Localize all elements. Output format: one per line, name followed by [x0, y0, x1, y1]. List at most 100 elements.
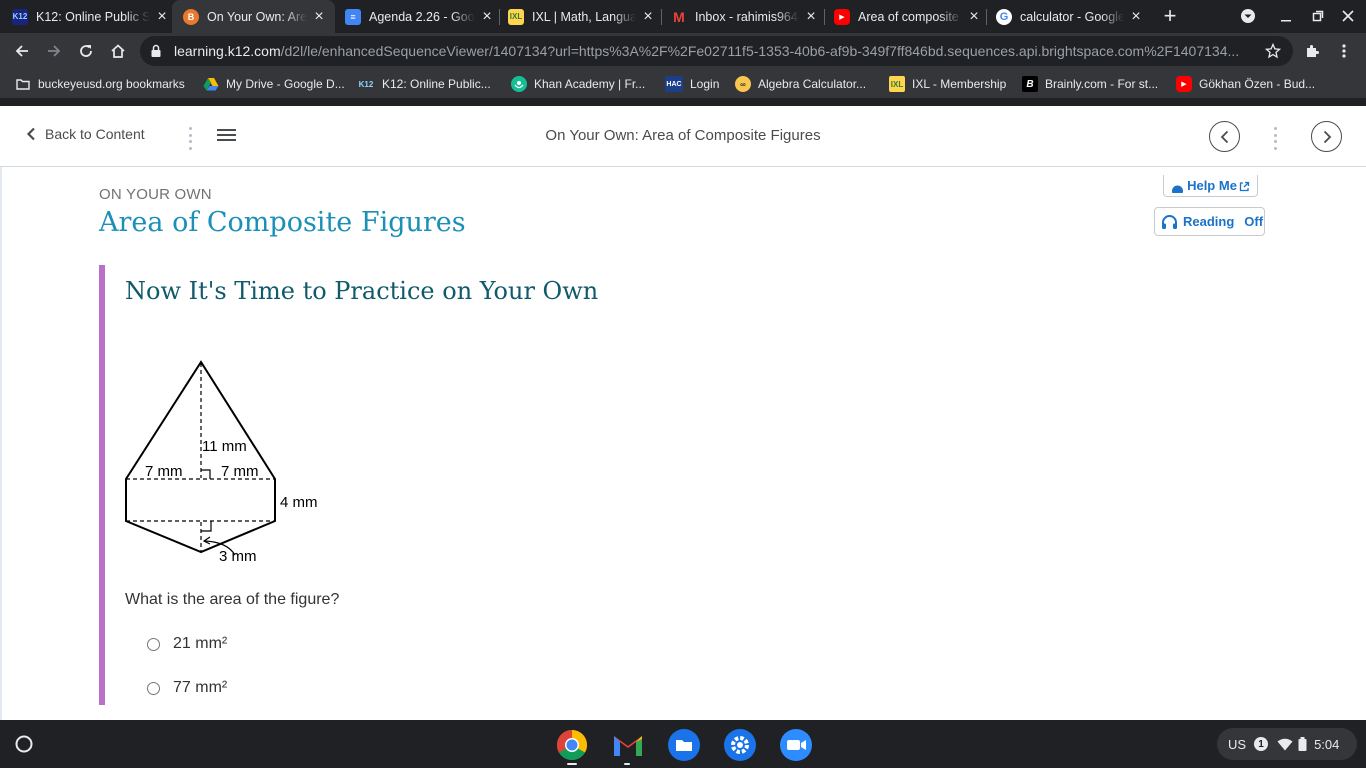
- pointer-arrowhead: [202, 536, 211, 545]
- practice-panel: Now It's Time to Practice on Your Own 11…: [99, 265, 1279, 705]
- right-angle-marker: [201, 521, 212, 532]
- content-navbar: Back to Content On Your Own: Area of Com…: [0, 106, 1366, 167]
- forward-button[interactable]: [40, 37, 68, 65]
- answer-option[interactable]: 77 mm²: [147, 679, 227, 697]
- battery-icon: [1298, 737, 1307, 751]
- browser-toolbar: learning.k12.com/d2l/le/enhancedSequence…: [0, 33, 1366, 69]
- bookmark-brainly[interactable]: B Brainly.com - For st...: [1022, 69, 1158, 99]
- google-docs-icon: ≡: [345, 8, 361, 25]
- khan-academy-icon: [511, 76, 527, 92]
- bookmark-algebra-calculator[interactable]: ∞ Algebra Calculator...: [735, 69, 866, 99]
- reload-icon: [80, 45, 92, 57]
- previous-topic-button[interactable]: [1209, 121, 1240, 152]
- star-icon[interactable]: [1265, 43, 1281, 59]
- tab-title: Inbox - rahimis964: [695, 9, 798, 24]
- left-half-label: 7 mm: [145, 463, 183, 480]
- zoom-app[interactable]: [779, 728, 813, 762]
- chrome-menu-button[interactable]: [1330, 37, 1358, 65]
- close-window-button[interactable]: [1338, 6, 1358, 26]
- extensions-button[interactable]: [1298, 37, 1326, 65]
- os-shelf: US 1 5:04: [0, 720, 1366, 768]
- section-eyebrow: ON YOUR OWN: [99, 186, 212, 203]
- reading-toggle-button[interactable]: Reading Off: [1154, 207, 1265, 236]
- tab-agenda[interactable]: ≡ Agenda 2.26 - Google Docs ×: [345, 0, 495, 33]
- close-tab-icon[interactable]: ×: [1128, 8, 1144, 25]
- bookmark-my-drive[interactable]: My Drive - Google D...: [203, 69, 345, 99]
- divider: [1274, 127, 1278, 150]
- bookmark-khan-academy[interactable]: Khan Academy | Fr...: [511, 69, 645, 99]
- bookmark-buckeyeusd[interactable]: buckeyeusd.org bookmarks: [15, 69, 185, 99]
- chevron-left-icon: [1220, 130, 1228, 143]
- bookmark-ixl[interactable]: IXL IXL - Membership: [889, 69, 1006, 99]
- new-tab-button[interactable]: +: [1160, 3, 1180, 28]
- google-icon: G: [996, 8, 1012, 25]
- next-topic-button[interactable]: [1311, 121, 1342, 152]
- youtube-icon: ▶: [1176, 76, 1192, 92]
- tab-k12[interactable]: K12 K12: Online Public Schools ×: [12, 0, 170, 33]
- radio-button[interactable]: [147, 637, 160, 651]
- chrome-separator: [0, 99, 1366, 106]
- algebra-calculator-icon: ∞: [735, 76, 751, 92]
- arrow-left-icon: [15, 45, 28, 57]
- chrome-app[interactable]: [555, 728, 589, 762]
- url-text: learning.k12.com/d2l/le/enhancedSequence…: [174, 43, 1240, 59]
- tab-youtube[interactable]: ▶ Area of composite figures ×: [834, 0, 982, 33]
- notification-badge: 1: [1254, 737, 1269, 751]
- help-me-button[interactable]: Help Me: [1163, 175, 1258, 197]
- clock: 5:04: [1314, 736, 1340, 752]
- close-tab-icon[interactable]: ×: [311, 8, 327, 25]
- lesson-content: ON YOUR OWN Area of Composite Figures He…: [0, 167, 1366, 720]
- minimize-button[interactable]: [1276, 6, 1296, 26]
- close-tab-icon[interactable]: ×: [803, 8, 819, 25]
- bookmark-k12[interactable]: K12 K12: Online Public...: [357, 69, 491, 99]
- composite-figure-diagram: 11 mm 7 mm 7 mm 4 mm 3 mm: [125, 360, 318, 565]
- side-length-label: 4 mm: [280, 494, 318, 511]
- zoom-icon: [780, 729, 812, 761]
- close-tab-icon[interactable]: ×: [479, 8, 495, 25]
- height-label: 11 mm: [202, 438, 247, 455]
- running-indicator: [624, 763, 630, 765]
- reload-button[interactable]: [72, 37, 100, 65]
- home-icon: [111, 44, 125, 58]
- status-tray[interactable]: US 1 5:04: [1217, 728, 1357, 760]
- tab-ixl[interactable]: IXL IXL | Math, Language Arts ×: [508, 0, 656, 33]
- back-button[interactable]: [8, 37, 36, 65]
- tab-on-your-own[interactable]: B On Your Own: Area of Composite Figures…: [172, 0, 335, 33]
- reading-label: Reading: [1183, 214, 1235, 229]
- close-tab-icon[interactable]: ×: [154, 8, 170, 25]
- tab-search-button[interactable]: [1238, 6, 1258, 26]
- k12-icon: K12: [12, 8, 28, 25]
- scroll-edge: [0, 167, 2, 720]
- practice-heading: Now It's Time to Practice on Your Own: [125, 277, 599, 305]
- gmail-icon: [614, 736, 642, 756]
- brightspace-icon: B: [183, 8, 199, 25]
- close-tab-icon[interactable]: ×: [966, 8, 982, 25]
- tab-title: IXL | Math, Language Arts: [532, 9, 636, 24]
- question-text: What is the area of the figure?: [125, 591, 340, 608]
- close-tab-icon[interactable]: ×: [640, 8, 656, 25]
- radio-button[interactable]: [147, 681, 160, 695]
- tab-title: Area of composite figures: [858, 9, 962, 24]
- answer-option-label: 21 mm²: [173, 635, 228, 652]
- gmail-app[interactable]: [611, 728, 645, 762]
- bookmark-login[interactable]: HAC Login: [665, 69, 719, 99]
- bookmark-youtube-channel[interactable]: ▶ Gökhan Özen - Bud...: [1176, 69, 1315, 99]
- restore-button[interactable]: [1308, 6, 1328, 26]
- address-bar[interactable]: learning.k12.com/d2l/le/enhancedSequence…: [140, 36, 1293, 66]
- gmail-icon: M: [673, 8, 685, 25]
- tab-title: K12: Online Public Schools: [36, 9, 150, 24]
- input-method-label: US: [1228, 736, 1247, 752]
- bottom-height-label: 3 mm: [219, 548, 257, 565]
- home-button[interactable]: [104, 37, 132, 65]
- folder-icon: [15, 76, 31, 92]
- tab-google-search[interactable]: G calculator - Google Search ×: [996, 0, 1144, 33]
- settings-app[interactable]: [723, 728, 757, 762]
- answer-option[interactable]: 21 mm²: [147, 635, 227, 653]
- arrow-right-icon: [48, 45, 61, 57]
- files-app[interactable]: [667, 728, 701, 762]
- launcher-button[interactable]: [11, 731, 37, 757]
- tab-title: Agenda 2.26 - Google Docs: [369, 9, 475, 24]
- chevron-right-icon: [1323, 130, 1331, 143]
- tab-gmail[interactable]: M Inbox - rahimis964 ×: [671, 0, 819, 33]
- external-link-icon: [1239, 181, 1250, 192]
